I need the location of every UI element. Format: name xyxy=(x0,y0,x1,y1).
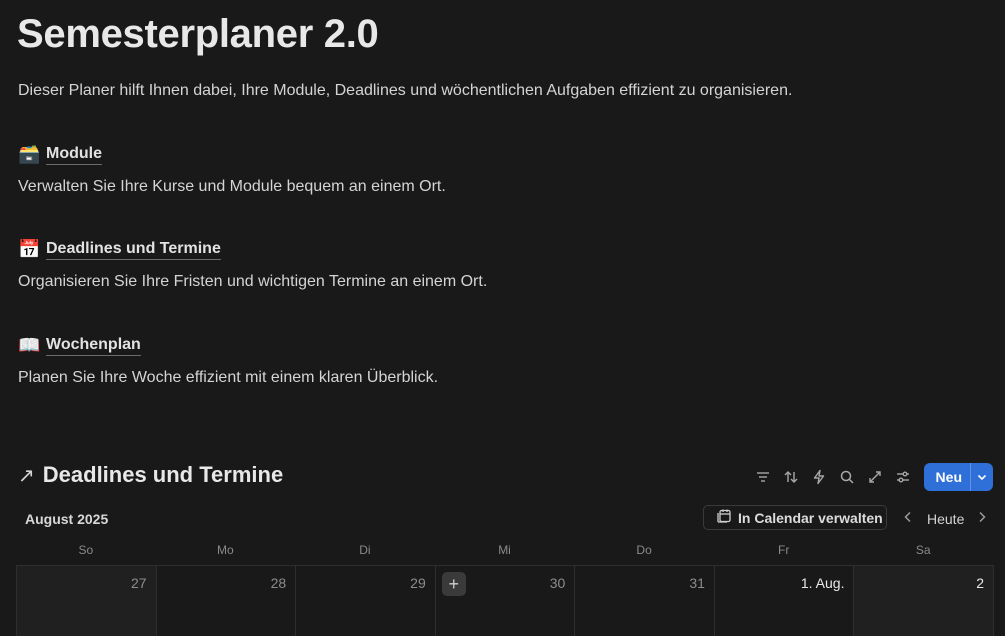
day-number: 28 xyxy=(270,575,287,591)
day-number: 1. Aug. xyxy=(800,575,845,591)
page-title: Semesterplaner 2.0 xyxy=(17,12,379,56)
calendar-day-cell[interactable]: 31 xyxy=(575,566,715,636)
weekday-label: Fr xyxy=(778,543,790,557)
section-description: Verwalten Sie Ihre Kurse und Module bequ… xyxy=(18,178,446,195)
calendar-day-cell[interactable]: 1. Aug. xyxy=(715,566,855,636)
database-toolbar: Neu xyxy=(752,463,993,491)
link-arrow-icon[interactable]: ↗ xyxy=(18,463,35,488)
database-header: ↗ Deadlines und Termine xyxy=(18,462,283,488)
new-button-label[interactable]: Neu xyxy=(924,463,970,491)
section-link-label[interactable]: Module xyxy=(46,145,102,165)
section-link-label[interactable]: Deadlines und Termine xyxy=(46,240,221,260)
database-title[interactable]: Deadlines und Termine xyxy=(43,462,283,488)
file-cabinet-icon: 🗃️ xyxy=(18,144,41,164)
settings-icon[interactable] xyxy=(892,465,914,489)
day-number: 31 xyxy=(689,575,705,591)
expand-icon[interactable] xyxy=(864,465,886,489)
day-number: 2 xyxy=(976,575,985,591)
page-intro: Dieser Planer hilft Ihnen dabei, Ihre Mo… xyxy=(18,82,793,99)
new-button[interactable]: Neu xyxy=(923,463,993,491)
section-link-wochenplan[interactable]: 📖 Wochenplan xyxy=(18,335,141,356)
day-number: 29 xyxy=(410,575,426,591)
sort-icon[interactable] xyxy=(780,465,802,489)
calendar-day-cell[interactable]: 27 xyxy=(17,566,157,636)
day-number: 30 xyxy=(549,575,566,591)
weekday-label: Do xyxy=(636,543,652,557)
chevron-right-icon[interactable] xyxy=(976,508,988,529)
automation-icon[interactable] xyxy=(808,465,830,489)
add-event-button[interactable]: + xyxy=(441,572,466,596)
calendar-icon: 📅 xyxy=(18,239,41,259)
calendar-grid: 27 28 29 + 30 31 1. Aug. 2 xyxy=(16,565,995,636)
weekday-header: So Mo Di Mi Do Fr Sa xyxy=(16,543,993,557)
section-description: Organisieren Sie Ihre Fristen und wichti… xyxy=(18,273,488,290)
weekday-label: Mi xyxy=(498,543,511,557)
manage-in-calendar-label: In Calendar verwalten xyxy=(738,509,883,526)
weekday-label: Mo xyxy=(217,543,234,557)
calendar-day-cell[interactable]: 29 xyxy=(296,566,436,636)
filter-icon[interactable] xyxy=(752,465,774,489)
calendar-day-cell[interactable]: + 30 xyxy=(436,566,576,636)
section-link-module[interactable]: 🗃️ Module xyxy=(18,144,102,165)
open-book-icon: 📖 xyxy=(18,335,41,355)
section-link-label[interactable]: Wochenplan xyxy=(46,336,141,356)
calendar-app-icon xyxy=(716,508,732,527)
search-icon[interactable] xyxy=(836,465,858,489)
section-description: Planen Sie Ihre Woche effizient mit eine… xyxy=(18,369,439,386)
calendar-day-cell[interactable]: 28 xyxy=(157,566,297,636)
weekday-label: Di xyxy=(359,543,371,557)
section-link-deadlines[interactable]: 📅 Deadlines und Termine xyxy=(18,239,221,260)
calendar-day-cell[interactable]: 2 xyxy=(854,566,995,636)
weekday-label: Sa xyxy=(915,543,931,557)
day-number: 27 xyxy=(131,575,147,591)
today-button[interactable]: Heute xyxy=(927,511,964,527)
weekday-label: So xyxy=(78,543,94,557)
calendar-month: August 2025 xyxy=(25,511,109,527)
chevron-left-icon[interactable] xyxy=(902,508,914,529)
manage-in-calendar-button[interactable]: In Calendar verwalten xyxy=(703,505,887,530)
chevron-down-icon[interactable] xyxy=(970,463,993,491)
